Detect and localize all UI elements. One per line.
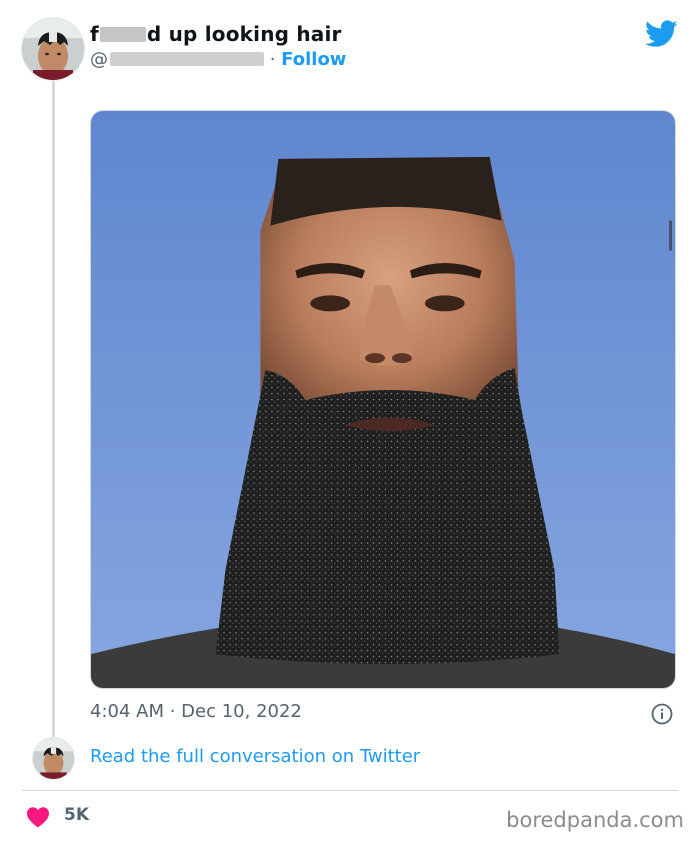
- author-avatar[interactable]: [22, 18, 84, 80]
- watermark: boredpanda.com: [506, 808, 684, 832]
- timestamp-separator: ·: [164, 701, 182, 722]
- handle-separator: ·: [264, 49, 282, 70]
- handle-blur: [110, 52, 264, 66]
- follow-button[interactable]: Follow: [281, 49, 346, 70]
- thread-line: [52, 78, 55, 738]
- heart-icon[interactable]: [26, 806, 50, 828]
- display-name-prefix: f: [90, 22, 99, 46]
- handle-prefix: @: [90, 49, 108, 70]
- tweet-date: Dec 10, 2022: [181, 701, 302, 722]
- twitter-bird-icon[interactable]: [645, 20, 678, 48]
- divider: [22, 790, 678, 791]
- tweet-timestamp[interactable]: 4:04 AM · Dec 10, 2022: [90, 701, 302, 722]
- censored-blur: [99, 27, 146, 42]
- tweet-time: 4:04 AM: [90, 701, 164, 722]
- tweet-embed-card: f d up looking hair @ · Follow 4:04 AM · …: [0, 0, 700, 843]
- read-conversation-link[interactable]: Read the full conversation on Twitter: [90, 746, 420, 767]
- info-icon[interactable]: [651, 703, 673, 725]
- display-name[interactable]: f d up looking hair: [90, 22, 342, 46]
- reply-avatar[interactable]: [33, 738, 74, 779]
- handle-row: @ · Follow: [90, 49, 346, 70]
- tweet-photo[interactable]: [90, 110, 676, 689]
- display-name-suffix: d up looking hair: [146, 22, 342, 46]
- like-count: 5K: [64, 805, 90, 825]
